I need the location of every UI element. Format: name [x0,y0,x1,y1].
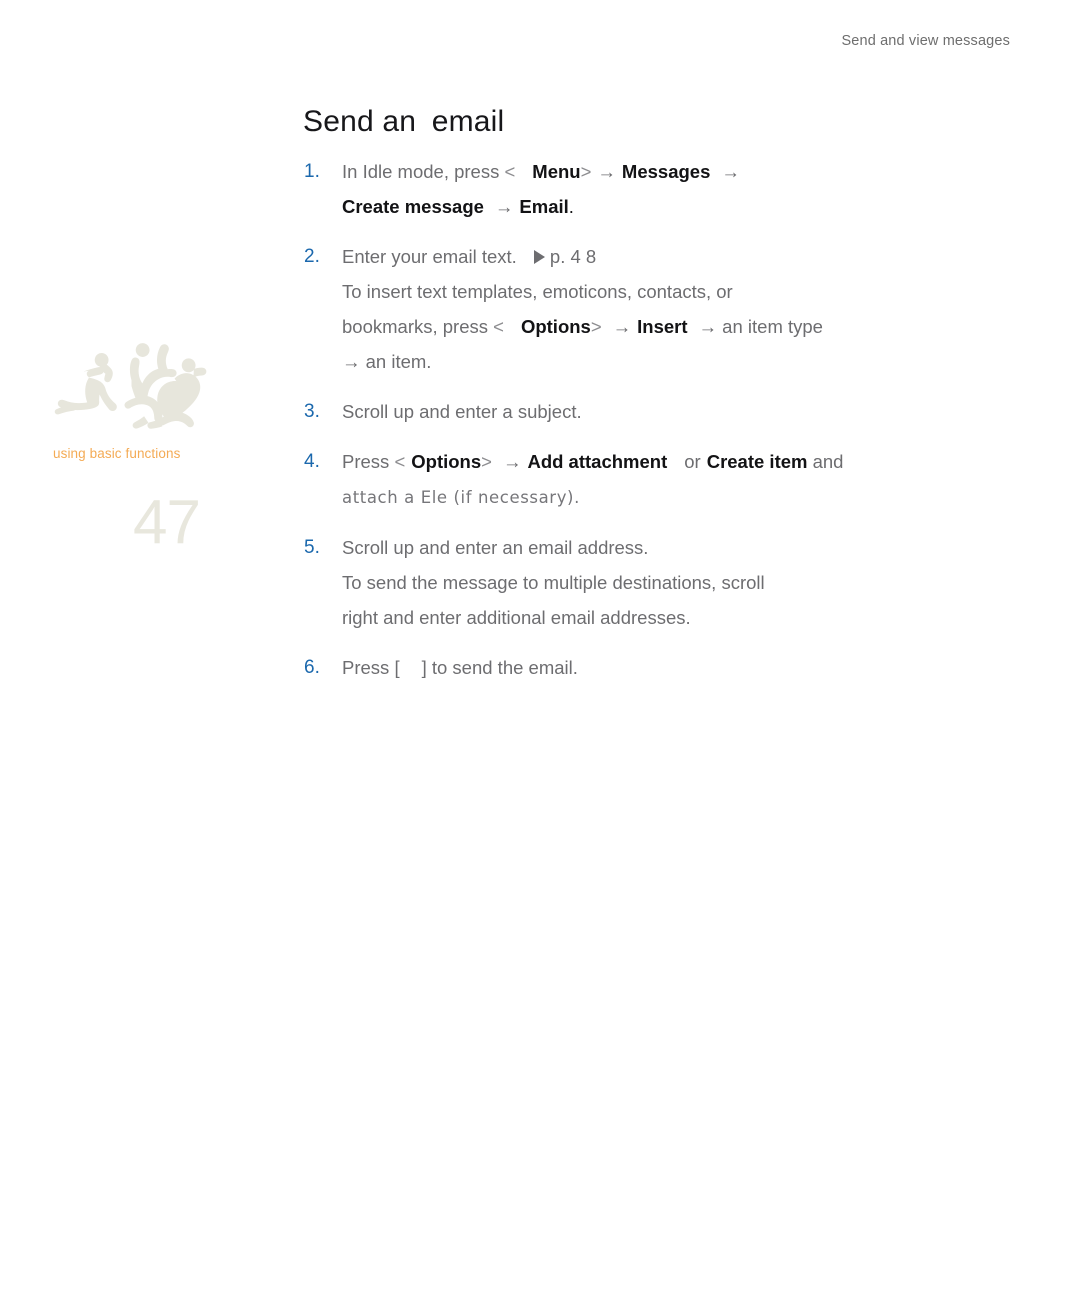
step-number: 4. [304,450,320,472]
text-run: < [504,160,516,182]
instruction-step: 2. Enter your email text. p. 4 8 To insert… [303,242,1003,376]
text-run: . [568,195,574,217]
page-title-part1: Send an [303,105,417,138]
step-line: To insert text templates, emoticons, con… [342,277,1003,306]
step-line: Scroll up and enter an email address. [342,533,1003,562]
section-label: using basic functions [53,446,181,461]
emphasis-text: Create message [342,195,484,217]
instruction-steps: 1. In Idle mode, press < Menu> → Messages… [303,157,1003,682]
instruction-step: 4. Press < Options> → Add attachment or C… [303,447,1003,512]
emphasis-text: Menu [532,160,581,182]
emphasis-text: Email [519,195,569,217]
text-run: or [684,450,701,472]
text-run: Press [342,450,395,472]
text-run: To insert text templates, emoticons, con… [342,280,733,302]
step-line: Create message → Email. [342,192,1003,221]
step-line: bookmarks, press < Options> → Insert → a… [342,312,1003,341]
text-run: an item type [717,315,823,337]
sidebar: using basic functions 47 [0,0,280,1307]
step-body: Press < Options> → Add attachment or Cre… [342,447,1003,512]
step-line: → an item. [342,347,1003,376]
step-line: Scroll up and enter a subject. [342,397,1003,426]
step-line: Press < Options> → Add attachment or Cre… [342,447,1003,476]
emphasis-text: Add attachment [527,450,668,472]
step-number: 5. [304,536,320,558]
step-line: To send the message to multiple destinat… [342,568,1003,597]
text-run: In Idle mode, press [342,160,505,182]
emphasis-text: Insert [637,315,688,337]
step-line: Press [] to send the email. [342,653,1003,682]
text-run: Scroll up and enter a subject. [342,400,582,422]
text-run: an item. [360,350,432,372]
text-run: > [481,450,492,472]
text-run: bookmarks, press [342,315,494,337]
instruction-step: 6. Press [] to send the email. [303,653,1003,682]
text-run: right and enter additional email address… [342,606,691,628]
text-run: Scroll up and enter an email address. [342,536,649,558]
step-body: Scroll up and enter a subject. [342,397,1003,426]
step-body: Scroll up and enter an email address. To … [342,533,1003,632]
step-line: attach a Ele (if necessary). [342,482,1003,512]
instruction-step: 3. Scroll up and enter a subject. [303,397,1003,426]
text-run: [ [394,656,400,678]
arrow-icon: → [342,350,361,372]
main-content: Send an email 1. In Idle mode, press < Me… [303,103,1003,703]
text-run: < [493,315,504,337]
arrow-icon: → [494,195,514,217]
emphasis-text: Create item [706,450,808,472]
page-title: Send an email [303,103,1003,141]
step-number: 2. [304,245,320,267]
text-run: > [580,160,592,182]
emphasis-text: Messages [621,160,711,182]
text-run: to send the email. [426,656,578,678]
instruction-step: 1. In Idle mode, press < Menu> → Messages… [303,157,1003,221]
page-title-part2: email [431,105,505,138]
text-run: < [394,450,406,472]
arrow-icon: → [698,315,718,337]
running-header: Send and view messages [841,33,1010,49]
text-run: attach a Ele (if necessary). [342,487,580,507]
page-number: 47 [133,488,201,557]
arrow-icon: → [597,160,616,182]
emphasis-text: Options [411,450,482,472]
text-run: p. 4 8 [544,245,597,267]
text-run: and [807,450,844,472]
step-line: In Idle mode, press < Menu> → Messages → [342,157,1003,186]
step-line: right and enter additional email address… [342,603,1003,632]
play-triangle-icon [533,249,545,264]
step-line: Enter your email text. p. 4 8 [342,242,1003,271]
step-body: Enter your email text. p. 4 8 To insert t… [342,242,1003,376]
instruction-step: 5. Scroll up and enter an email address. T… [303,533,1003,632]
step-number: 6. [304,656,320,678]
step-body: Press [] to send the email. [342,653,1003,682]
text-run: > [590,315,602,337]
emphasis-text: Options [520,315,591,337]
arrow-icon: → [502,450,522,472]
arrow-icon: → [612,315,632,337]
text-run: Enter your email text. [342,245,517,267]
step-body: In Idle mode, press < Menu> → Messages →… [342,157,1003,221]
step-number: 1. [304,160,320,182]
arrow-icon: → [721,160,740,182]
text-run: To send the message to multiple destinat… [342,571,765,593]
breakdancers-silhouette-icon [52,336,208,440]
step-number: 3. [304,400,320,422]
text-run: Press [342,656,395,678]
